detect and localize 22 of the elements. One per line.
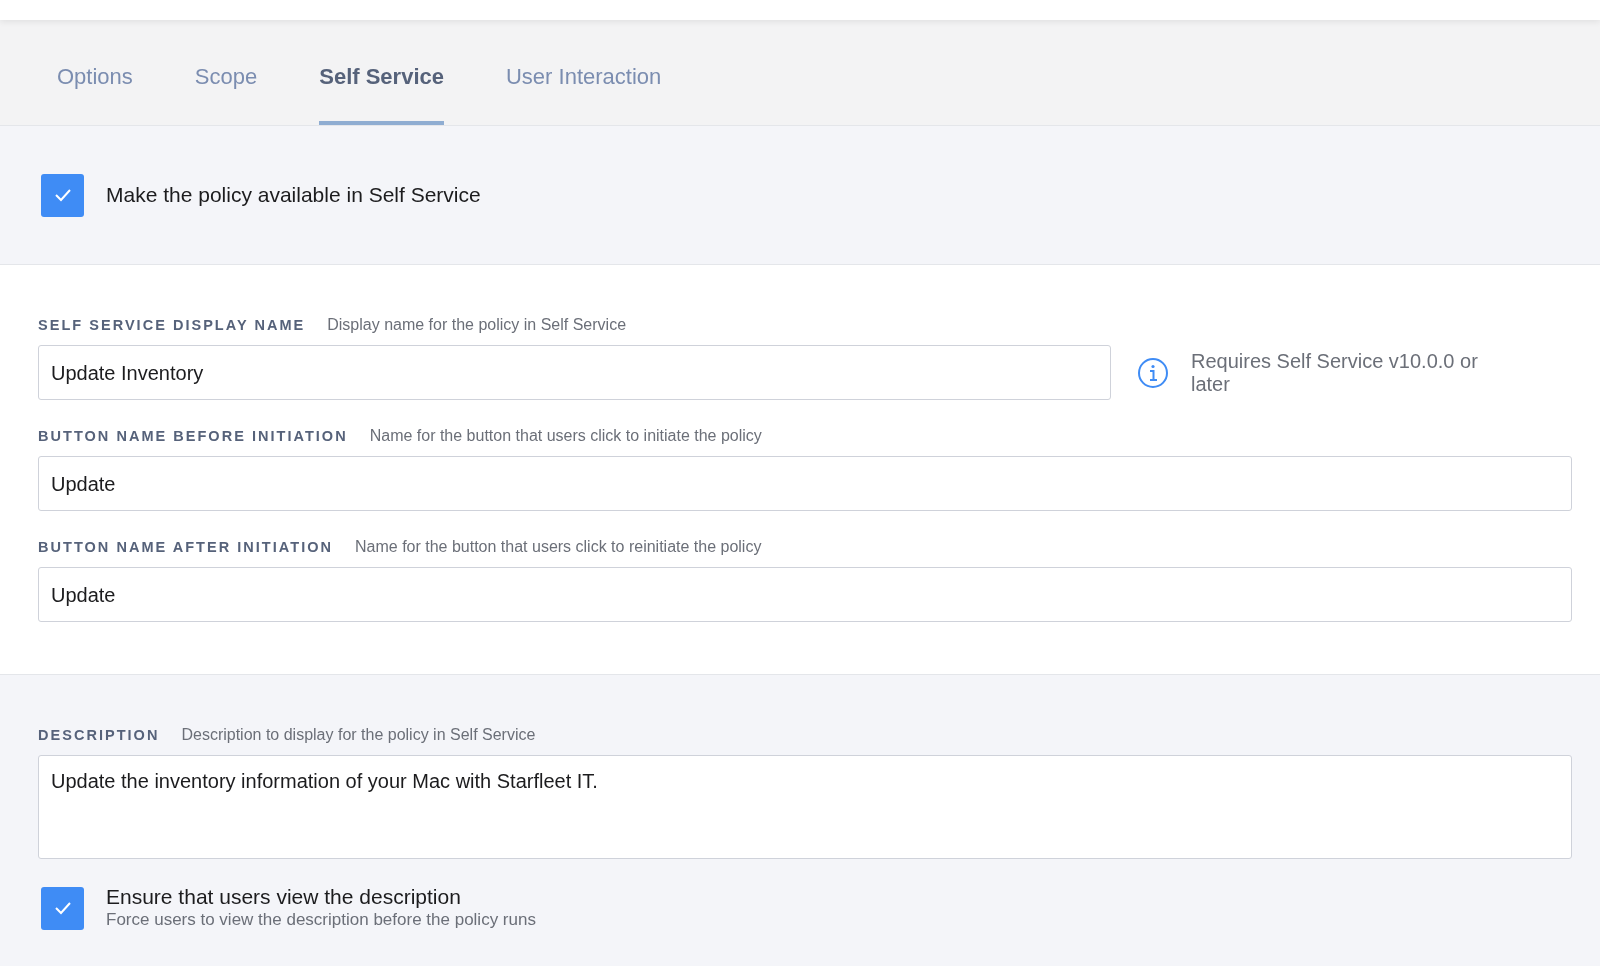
field-hint: Description to display for the policy in Self Service [181, 725, 536, 745]
field-hint: Name for the button that users click to reinitiate the policy [355, 537, 762, 557]
field-hint: Display name for the policy in Self Service [327, 315, 627, 335]
info-icon [1137, 356, 1169, 389]
checkbox[interactable] [41, 173, 84, 217]
field-label: DESCRIPTION [38, 726, 160, 745]
text-field[interactable]: Update [38, 456, 1572, 511]
checkmark-icon [53, 901, 72, 915]
text-field[interactable]: Update Inventory [38, 345, 1111, 400]
checkbox-label: Make the policy available in Self Service [106, 182, 481, 209]
checkbox-label: Ensure that users view the description [106, 885, 462, 909]
text-field[interactable]: Update [38, 567, 1572, 622]
description-textarea[interactable]: Update the inventory information of your Mac with Starfleet IT. [38, 755, 1572, 859]
tab[interactable]: Self Service [319, 23, 444, 125]
requirement-note: Requires Self Service v10.0.0 or later [1191, 349, 1479, 396]
field-label: BUTTON NAME AFTER INITIATION [38, 538, 333, 557]
field-label: BUTTON NAME BEFORE INITIATION [38, 427, 348, 446]
field-label: SELF SERVICE DISPLAY NAME [38, 316, 306, 335]
checkmark-icon [53, 188, 72, 202]
field-hint: Name for the button that users click to initiate the policy [369, 426, 762, 446]
checkbox-description: Force users to view the description before the policy runs [106, 909, 536, 931]
checkbox[interactable] [41, 886, 84, 930]
